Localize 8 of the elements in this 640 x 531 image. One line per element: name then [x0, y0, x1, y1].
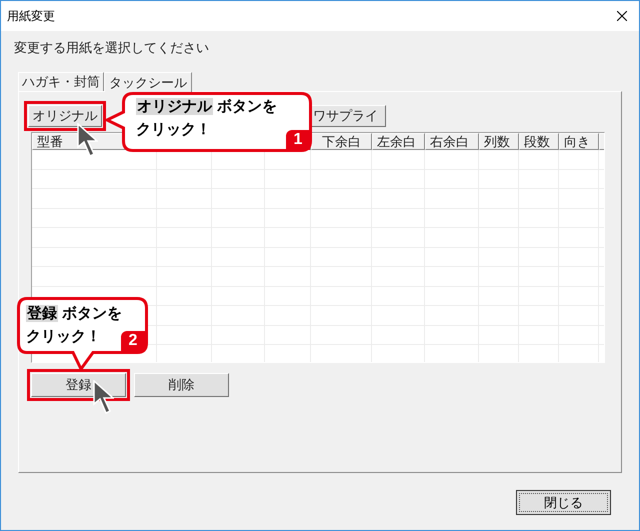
instruction-text: 変更する用紙を選択してください: [14, 39, 210, 57]
step-number-badge: 2: [121, 331, 145, 351]
callout-text: クリック！: [136, 120, 211, 140]
callout-text: オリジナル ボタンを: [136, 97, 277, 117]
window-title: 用紙変更: [7, 8, 55, 25]
callout-text: クリック！: [26, 327, 101, 347]
callout-text: 登録 ボタンを: [26, 304, 122, 324]
step-number-badge: 1: [286, 130, 310, 150]
